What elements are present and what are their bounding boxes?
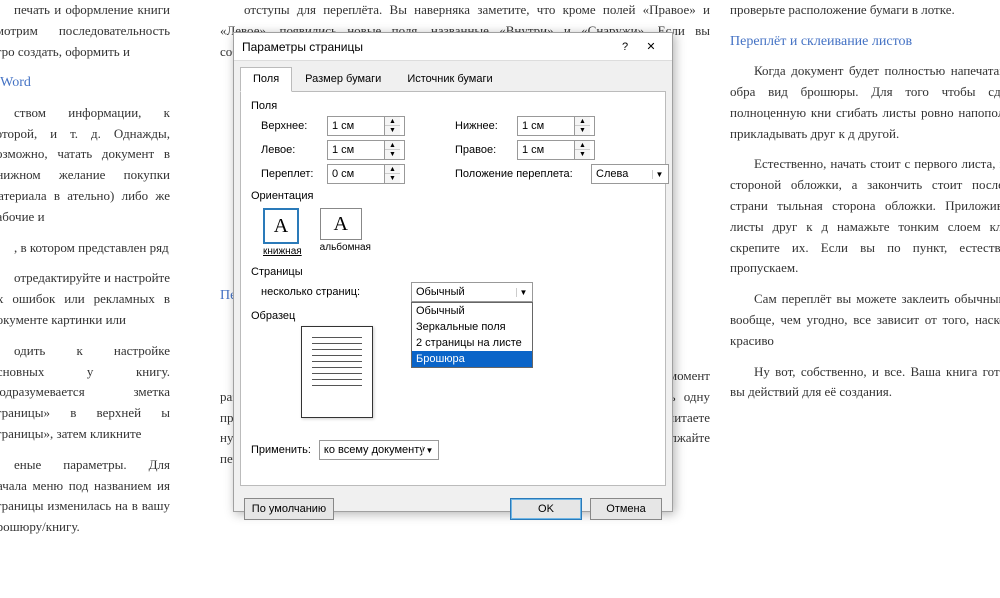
margins-group-label: Поля — [251, 100, 655, 112]
page-setup-dialog: Параметры страницы ? ✕ Поля Размер бумаг… — [233, 32, 673, 512]
cancel-button[interactable]: Отмена — [590, 498, 662, 520]
para: отредактируйте и настройте их ошибок или… — [0, 268, 170, 330]
spin-up-icon[interactable]: ▲ — [385, 141, 400, 150]
orientation-landscape[interactable]: A альбомная — [320, 208, 371, 258]
para: Сам переплёт вы можете заклеить обычным … — [730, 289, 1000, 351]
gutter-input[interactable]: ▲▼ — [327, 164, 405, 184]
right-margin-label: Правое: — [455, 144, 511, 156]
top-margin-label: Верхнее: — [261, 120, 321, 132]
para: , в котором представлен ряд — [0, 238, 170, 259]
landscape-icon: A — [320, 208, 362, 240]
spin-down-icon[interactable]: ▼ — [385, 126, 400, 135]
close-button[interactable]: ✕ — [638, 37, 664, 57]
multi-option-two-per-sheet[interactable]: 2 страницы на листе — [412, 335, 532, 351]
multi-pages-label: несколько страниц: — [261, 286, 371, 298]
spin-up-icon[interactable]: ▲ — [385, 117, 400, 126]
para: Естественно, начать стоит с первого лист… — [730, 154, 1000, 279]
multi-option-booklet[interactable]: Брошюра — [412, 351, 532, 367]
chevron-down-icon: ▼ — [422, 446, 436, 455]
tabs: Поля Размер бумаги Источник бумаги — [240, 67, 666, 92]
chevron-down-icon: ▼ — [652, 170, 666, 179]
close-icon: ✕ — [646, 40, 655, 53]
para: печать и оформление книги смотрим послед… — [0, 0, 170, 62]
dialog-titlebar[interactable]: Параметры страницы ? ✕ — [234, 33, 672, 61]
gutter-pos-label: Положение переплета: — [455, 168, 585, 180]
spin-up-icon[interactable]: ▲ — [575, 117, 590, 126]
pages-group-label: Страницы — [251, 266, 655, 278]
left-margin-label: Левое: — [261, 144, 321, 156]
orientation-group-label: Ориентация — [251, 190, 655, 202]
tab-paper-size[interactable]: Размер бумаги — [292, 67, 394, 91]
spin-down-icon[interactable]: ▼ — [575, 150, 590, 159]
tab-margins[interactable]: Поля — [240, 67, 292, 92]
para: ством информации, к которой, и т. д. Одн… — [0, 103, 170, 228]
top-margin-input[interactable]: ▲▼ — [327, 116, 405, 136]
para: проверьте расположение бумаги в лотке. — [730, 0, 1000, 21]
bottom-margin-input[interactable]: ▲▼ — [517, 116, 595, 136]
para: еные параметры. Для начала меню под назв… — [0, 455, 170, 538]
default-button[interactable]: По умолчанию — [244, 498, 334, 520]
right-margin-input[interactable]: ▲▼ — [517, 140, 595, 160]
spin-up-icon[interactable]: ▲ — [575, 141, 590, 150]
multi-option-mirror[interactable]: Зеркальные поля — [412, 319, 532, 335]
dialog-footer: По умолчанию OK Отмена — [234, 492, 672, 526]
heading: в Word — [0, 72, 170, 94]
multi-pages-dropdown-list: Обычный Зеркальные поля 2 страницы на ли… — [411, 302, 533, 368]
multi-option-normal[interactable]: Обычный — [412, 303, 532, 319]
text-col-left: печать и оформление книги смотрим послед… — [0, 0, 170, 598]
gutter-pos-select[interactable]: Слева▼ — [591, 164, 669, 184]
tab-panel: Поля Верхнее: ▲▼ Нижнее: ▲▼ Левое: ▲▼ Пр… — [240, 92, 666, 486]
sample-preview — [301, 326, 373, 418]
dialog-title: Параметры страницы — [242, 40, 612, 54]
bottom-margin-label: Нижнее: — [455, 120, 511, 132]
spin-up-icon[interactable]: ▲ — [385, 165, 400, 174]
text-col-right: проверьте расположение бумаги в лотке. П… — [730, 0, 1000, 413]
chevron-down-icon: ▼ — [516, 288, 530, 297]
spin-down-icon[interactable]: ▼ — [385, 150, 400, 159]
apply-to-select[interactable]: ко всему документу▼ — [319, 440, 439, 460]
spin-down-icon[interactable]: ▼ — [575, 126, 590, 135]
orientation-portrait[interactable]: A книжная — [263, 208, 302, 258]
help-button[interactable]: ? — [612, 37, 638, 57]
heading: Переплёт и склеивание листов — [730, 31, 1000, 53]
ok-button[interactable]: OK — [510, 498, 582, 520]
gutter-label: Переплет: — [261, 168, 321, 180]
multi-pages-select[interactable]: Обычный▼ Обычный Зеркальные поля 2 стран… — [411, 282, 533, 302]
apply-to-label: Применить: — [251, 444, 311, 456]
spin-down-icon[interactable]: ▼ — [385, 174, 400, 183]
left-margin-input[interactable]: ▲▼ — [327, 140, 405, 160]
tab-paper-source[interactable]: Источник бумаги — [394, 67, 505, 91]
para: одить к настройке основных у книгу. Подр… — [0, 341, 170, 445]
portrait-icon: A — [263, 208, 299, 244]
para: Ну вот, собственно, и все. Ваша книга го… — [730, 362, 1000, 404]
para: Когда документ будет полностью напечатан… — [730, 61, 1000, 144]
